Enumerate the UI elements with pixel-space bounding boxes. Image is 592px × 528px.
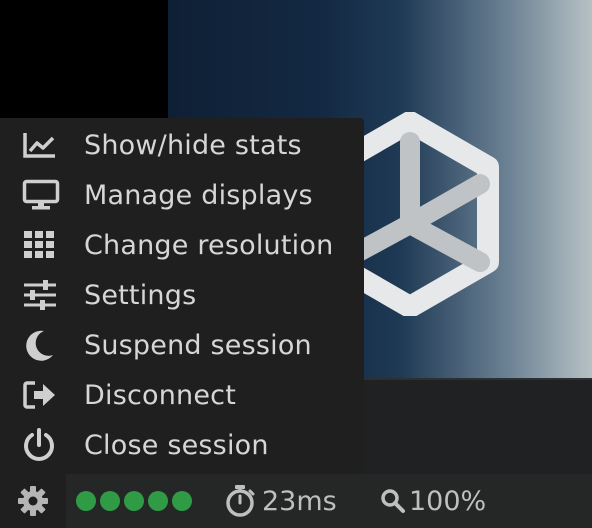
zoom-control[interactable]: 100% [380,474,486,528]
menu-item-label: Manage displays [84,179,313,211]
menu-item-label: Show/hide stats [84,129,302,161]
menu-item-label: Change resolution [84,229,334,261]
latency-indicator: 23ms [224,474,337,528]
settings-menu-button[interactable] [0,474,66,528]
menu-item-show-hide-stats[interactable]: Show/hide stats [0,120,364,170]
menu-item-label: Settings [84,279,197,311]
power-icon [0,420,84,470]
menu-item-close-session[interactable]: Close session [0,420,364,470]
moon-icon [0,320,84,370]
latency-value: 23ms [262,485,337,517]
menu-item-suspend-session[interactable]: Suspend session [0,320,364,370]
monitor-icon [0,170,84,220]
menu-item-label: Disconnect [84,379,236,411]
menu-item-disconnect[interactable]: Disconnect [0,370,364,420]
quality-dot [76,491,96,511]
connection-quality-indicator [76,474,192,528]
menu-item-settings[interactable]: Settings [0,270,364,320]
menu-item-label: Close session [84,429,269,461]
menu-item-manage-displays[interactable]: Manage displays [0,170,364,220]
session-menu: Show/hide stats Manage displays Change r… [0,118,364,474]
quality-dot [148,491,168,511]
gear-icon [18,486,48,516]
sliders-icon [0,270,84,320]
magnifier-icon [381,489,405,513]
menu-item-label: Suspend session [84,329,312,361]
grid-icon [0,220,84,270]
sign-out-icon [0,370,84,420]
menu-item-change-resolution[interactable]: Change resolution [0,220,364,270]
quality-dot [124,491,144,511]
quality-dot [100,491,120,511]
remote-session-window: Show/hide stats Manage displays Change r… [0,0,592,528]
session-statusbar: 23ms 100% [0,474,592,528]
zoom-value: 100% [409,485,487,517]
quality-dot [172,491,192,511]
line-chart-icon [0,120,84,170]
stopwatch-icon [226,485,255,517]
